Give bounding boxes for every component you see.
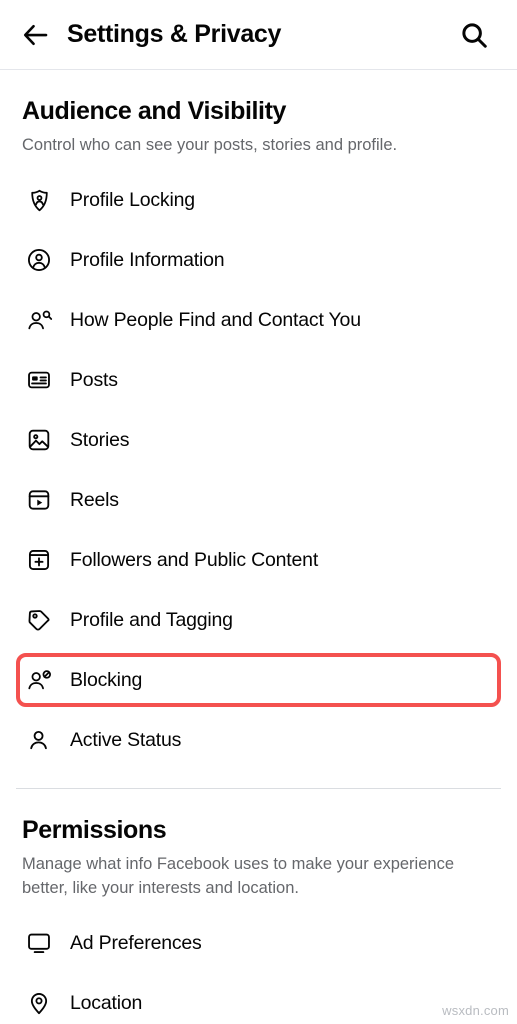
sidebar-item-reels[interactable]: Reels bbox=[16, 470, 501, 530]
shield-person-icon bbox=[22, 183, 56, 217]
section-title: Audience and Visibility bbox=[22, 97, 287, 125]
sidebar-item-profile-locking[interactable]: Profile Locking bbox=[16, 170, 501, 230]
post-card-icon bbox=[22, 363, 56, 397]
location-pin-icon bbox=[22, 986, 56, 1020]
sidebar-item-label: Followers and Public Content bbox=[70, 548, 319, 571]
sidebar-item-label: Reels bbox=[70, 488, 119, 511]
sidebar-item-active-status[interactable]: Active Status bbox=[16, 710, 501, 770]
section-title: Permissions bbox=[22, 816, 167, 844]
sidebar-item-how-people-find-and-contact-you[interactable]: How People Find and Contact You bbox=[16, 290, 501, 350]
section-audience-and-visibility: Audience and Visibility Control who can … bbox=[0, 97, 517, 770]
person-block-icon bbox=[22, 663, 56, 697]
sidebar-item-label: Blocking bbox=[70, 668, 143, 691]
audience-settings-list: Profile Locking Profile Information How … bbox=[16, 170, 501, 770]
settings-privacy-screen: Settings & Privacy Audience and Visibili… bbox=[0, 0, 517, 1024]
section-description: Manage what info Facebook uses to make y… bbox=[22, 855, 454, 897]
sidebar-item-label: How People Find and Contact You bbox=[70, 308, 361, 331]
section-permissions: Permissions Manage what info Facebook us… bbox=[0, 816, 517, 1024]
permissions-settings-list: Ad Preferences Location bbox=[16, 913, 501, 1024]
sidebar-item-label: Ad Preferences bbox=[70, 931, 202, 954]
sidebar-item-stories[interactable]: Stories bbox=[16, 410, 501, 470]
arrow-left-icon[interactable] bbox=[14, 13, 58, 57]
sidebar-item-blocking[interactable]: Blocking bbox=[16, 653, 501, 707]
section-description: Control who can see your posts, stories … bbox=[22, 136, 398, 154]
sidebar-item-label: Profile and Tagging bbox=[70, 608, 233, 631]
sidebar-item-followers-and-public-content[interactable]: Followers and Public Content bbox=[16, 530, 501, 590]
sidebar-item-posts[interactable]: Posts bbox=[16, 350, 501, 410]
sidebar-item-label: Active Status bbox=[70, 728, 182, 751]
sidebar-item-label: Location bbox=[70, 991, 143, 1014]
tag-icon bbox=[22, 603, 56, 637]
sidebar-item-ad-preferences[interactable]: Ad Preferences bbox=[16, 913, 501, 973]
sidebar-item-location[interactable]: Location bbox=[16, 973, 501, 1024]
person-search-icon bbox=[22, 303, 56, 337]
image-icon bbox=[22, 423, 56, 457]
reels-play-icon bbox=[22, 483, 56, 517]
add-box-icon bbox=[22, 543, 56, 577]
sidebar-item-profile-and-tagging[interactable]: Profile and Tagging bbox=[16, 590, 501, 650]
monitor-icon bbox=[22, 926, 56, 960]
sidebar-item-profile-information[interactable]: Profile Information bbox=[16, 230, 501, 290]
person-status-icon bbox=[22, 723, 56, 757]
sidebar-item-label: Stories bbox=[70, 428, 130, 451]
person-circle-icon bbox=[22, 243, 56, 277]
sidebar-item-label: Profile Information bbox=[70, 248, 225, 271]
app-header: Settings & Privacy bbox=[0, 0, 517, 70]
section-divider bbox=[16, 788, 501, 789]
sidebar-item-label: Posts bbox=[70, 368, 118, 391]
page-title: Settings & Privacy bbox=[67, 20, 282, 48]
sidebar-item-label: Profile Locking bbox=[70, 188, 195, 211]
watermark: wsxdn.com bbox=[442, 1003, 509, 1018]
search-icon[interactable] bbox=[453, 14, 495, 56]
